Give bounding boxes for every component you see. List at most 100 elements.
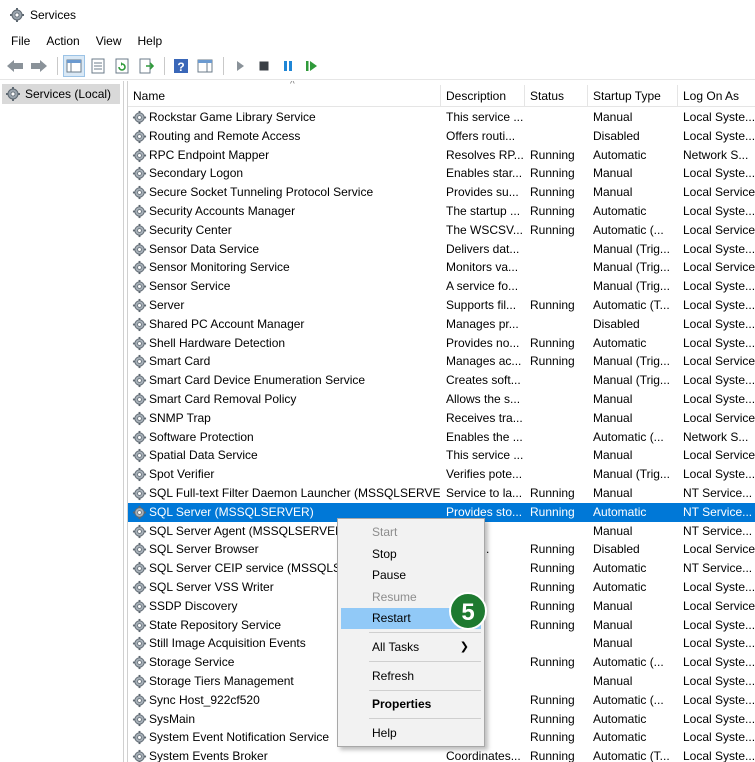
- toolbar: ?: [0, 52, 755, 80]
- service-gear-icon: [132, 637, 147, 651]
- service-row[interactable]: Sensor Data Service Delivers dat... Manual…: [128, 240, 755, 259]
- service-log-on-as: Local Service: [683, 410, 755, 425]
- service-row[interactable]: Software Protection Enables the ... Automa…: [128, 428, 755, 447]
- service-startup-type: Automatic: [593, 504, 647, 519]
- service-gear-icon: [132, 411, 147, 425]
- service-row[interactable]: Shell Hardware Detection Provides no... Ru…: [128, 334, 755, 353]
- service-startup-type: Manual: [593, 617, 633, 632]
- menu-help[interactable]: Help: [132, 31, 169, 51]
- service-gear-icon: [132, 562, 147, 576]
- service-name: Spot Verifier: [149, 467, 215, 482]
- menu-item-all-tasks[interactable]: All Tasks ❯: [341, 637, 481, 658]
- help-icon[interactable]: ?: [170, 55, 192, 77]
- column-header-startup-type[interactable]: Startup Type: [588, 85, 678, 107]
- menu-file[interactable]: File: [5, 31, 36, 51]
- service-gear-icon: [132, 693, 147, 707]
- service-row[interactable]: Smart Card Device Enumeration Service Cre…: [128, 371, 755, 390]
- service-startup-type: Automatic: [593, 730, 647, 745]
- service-startup-type: Manual (Trig...: [593, 373, 670, 388]
- column-header-log-on-as[interactable]: Log On As: [678, 85, 755, 107]
- service-row[interactable]: Secondary Logon Enables star... Running Man…: [128, 164, 755, 183]
- menu-view[interactable]: View: [90, 31, 128, 51]
- service-row[interactable]: Spot Verifier Verifies pote... Manual (Tri…: [128, 465, 755, 484]
- menu-item-pause[interactable]: Pause: [341, 565, 481, 586]
- service-row[interactable]: Shared PC Account Manager Manages pr... Di…: [128, 315, 755, 334]
- service-log-on-as: Local Syste...: [683, 636, 755, 651]
- service-gear-icon: [132, 674, 147, 688]
- show-tree-icon[interactable]: [63, 54, 85, 77]
- service-description: Resolves RP...: [446, 147, 524, 162]
- service-gear-icon: [132, 468, 147, 482]
- menu-item-help[interactable]: Help: [341, 723, 481, 744]
- service-gear-icon: [132, 204, 147, 219]
- service-row[interactable]: Rockstar Game Library Service This servic…: [128, 108, 755, 127]
- service-log-on-as: Local Syste...: [683, 711, 755, 726]
- title-bar: Services: [0, 0, 755, 30]
- service-row[interactable]: SNMP Trap Receives tra... Manual Local Serv…: [128, 409, 755, 428]
- service-row[interactable]: Security Accounts Manager The startup ...…: [128, 202, 755, 221]
- menu-item-properties[interactable]: Properties: [341, 694, 481, 715]
- service-row[interactable]: Spatial Data Service This service ... Manu…: [128, 446, 755, 465]
- service-row[interactable]: Smart Card Manages ac... Running Manual (Tr…: [128, 352, 755, 371]
- column-header-description[interactable]: Description: [441, 85, 525, 107]
- service-log-on-as: Local Syste...: [683, 279, 755, 294]
- service-row[interactable]: Routing and Remote Access Offers routi...…: [128, 127, 755, 146]
- service-log-on-as: Network S...: [683, 429, 749, 444]
- service-name: Security Accounts Manager: [149, 203, 296, 218]
- service-log-on-as: Network S...: [683, 147, 749, 162]
- column-header-name[interactable]: Name: [128, 85, 441, 107]
- context-menu: Start Stop Pause Resume Restart All Task…: [337, 518, 485, 747]
- menu-separator: [369, 690, 481, 691]
- restart-service-icon[interactable]: [301, 55, 323, 77]
- service-description: This service ...: [446, 110, 524, 124]
- service-row[interactable]: Security Center The WSCSV... Running Automa…: [128, 221, 755, 240]
- action-pane-icon[interactable]: [194, 55, 216, 77]
- tree-item-services-local[interactable]: Services (Local): [2, 84, 120, 104]
- service-row[interactable]: Server Supports fil... Running Automatic (T…: [128, 296, 755, 315]
- toolbar-separator: [57, 56, 58, 75]
- menu-action[interactable]: Action: [40, 31, 85, 51]
- service-row[interactable]: System Events Broker Coordinates... Runnin…: [128, 747, 755, 762]
- service-name: Spatial Data Service: [149, 448, 258, 463]
- properties-icon[interactable]: [87, 55, 109, 77]
- pause-service-icon[interactable]: [277, 55, 299, 77]
- service-row[interactable]: RPC Endpoint Mapper Resolves RP... Running…: [128, 146, 755, 165]
- column-header-status[interactable]: Status: [525, 85, 588, 107]
- service-name: Security Center: [149, 222, 232, 237]
- refresh-icon[interactable]: [111, 55, 133, 77]
- service-description: Enables star...: [446, 166, 523, 181]
- service-log-on-as: Local Syste...: [683, 110, 755, 124]
- service-log-on-as: NT Service...: [683, 504, 753, 519]
- service-status: Running: [530, 504, 575, 519]
- forward-arrow-icon[interactable]: [28, 55, 50, 77]
- back-arrow-icon[interactable]: [4, 55, 26, 77]
- svg-text:?: ?: [177, 60, 184, 74]
- service-description: The startup ...: [446, 203, 521, 218]
- service-status: Running: [530, 579, 575, 594]
- service-log-on-as: Local Syste...: [683, 391, 755, 406]
- services-gear-icon: [6, 87, 20, 101]
- service-row[interactable]: Secure Socket Tunneling Protocol Service…: [128, 183, 755, 202]
- service-row[interactable]: SQL Full-text Filter Daemon Launcher (MS…: [128, 484, 755, 503]
- service-log-on-as: Local Service: [683, 222, 755, 237]
- service-name: Sensor Monitoring Service: [149, 260, 290, 275]
- menu-item-refresh[interactable]: Refresh: [341, 666, 481, 687]
- service-row[interactable]: Sensor Service A service fo... Manual (Tri…: [128, 277, 755, 296]
- service-name: RPC Endpoint Mapper: [149, 147, 270, 162]
- service-gear-icon: [132, 486, 147, 500]
- export-list-icon[interactable]: [135, 55, 157, 77]
- service-row[interactable]: Sensor Monitoring Service Monitors va... M…: [128, 258, 755, 277]
- service-row[interactable]: Smart Card Removal Policy Allows the s...…: [128, 390, 755, 409]
- service-status: Running: [530, 542, 575, 557]
- menu-item-stop[interactable]: Stop: [341, 544, 481, 565]
- stop-service-icon[interactable]: [253, 55, 275, 77]
- service-name: Secure Socket Tunneling Protocol Service: [149, 185, 374, 200]
- service-gear-icon: [132, 186, 147, 200]
- service-gear-icon: [132, 223, 147, 237]
- service-gear-icon: [132, 618, 147, 632]
- start-service-icon[interactable]: [229, 55, 251, 77]
- service-status: Running: [530, 711, 575, 726]
- service-startup-type: Manual: [593, 598, 633, 613]
- service-gear-icon: [132, 392, 147, 407]
- service-gear-icon: [132, 712, 147, 726]
